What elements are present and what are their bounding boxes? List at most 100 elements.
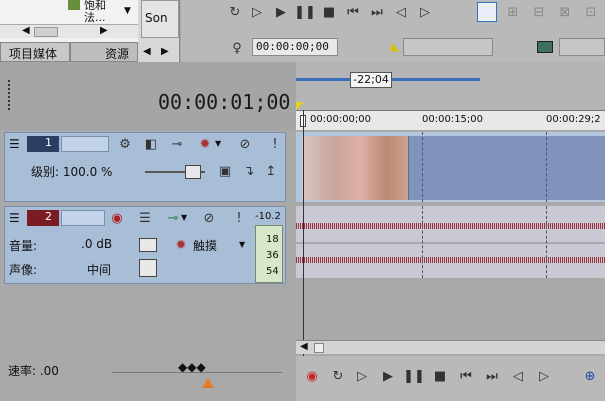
automation-gear-icon[interactable]: ✹ [197,136,213,152]
mute-icon[interactable]: ⊘ [201,210,217,226]
timeline-hscrollbar[interactable]: ◀ [296,340,605,354]
level-slider[interactable] [145,165,205,179]
scroll-right-icon[interactable]: ▶ [100,25,108,36]
region-flag-icon[interactable]: ◣ [391,40,399,53]
scroll-thumb[interactable] [314,343,324,353]
pause-icon[interactable]: ❚❚ [294,4,316,20]
play-icon[interactable]: ▶ [380,368,396,384]
tab-scroll-right-icon[interactable]: ▶ [161,46,169,57]
media-item-2[interactable]: 法... [84,9,106,25]
parent-down-icon[interactable]: ↴ [241,163,257,179]
audio-track-name-field[interactable] [61,210,105,226]
video-clip-thumbnail[interactable] [302,136,408,200]
track-collapse-icon[interactable]: ☰ [9,137,20,151]
parent-up-icon[interactable]: ↥ [263,163,279,179]
solo-icon[interactable]: ! [267,136,283,152]
stop-icon[interactable]: ■ [432,368,448,384]
fx-chain-icon[interactable]: ⊸ [165,210,181,226]
go-end-icon[interactable]: ⏭ [484,368,500,384]
length-marker: -22;04 [350,72,392,88]
ruler-strip[interactable]: 00:00:00;00 00:00:15;00 00:00:29;2 [296,110,605,130]
add-track-icon[interactable]: ⊕ [582,368,598,384]
level-slider-thumb[interactable] [185,165,201,179]
media-hscrollbar[interactable]: ◀ ▶ [0,24,138,38]
rate-label: 速率: .00 [8,364,59,378]
pause-icon[interactable]: ❚❚ [403,368,425,384]
marker-dashed-line [546,132,547,202]
marker-dashed-line [422,206,423,278]
tab-resources[interactable]: 资源 [70,42,138,62]
scroll-left-icon[interactable]: ◀ [300,341,308,352]
view-toggle-icon-1[interactable]: ⊞ [505,4,521,20]
mute-icon[interactable]: ⊘ [237,136,253,152]
solo-icon[interactable]: ! [231,210,247,226]
audio-waveform[interactable] [296,206,605,278]
scroll-left-icon[interactable]: ◀ [22,25,30,36]
audio-track-lane[interactable] [296,206,605,278]
dropdown-arrow-icon[interactable]: ▼ [124,6,131,16]
ruler-label-0: 00:00:00;00 [310,114,372,125]
track-collapse-icon[interactable]: ☰ [9,211,20,225]
composite-mode-icon[interactable]: ▣ [217,163,233,179]
scroll-thumb[interactable] [34,27,58,37]
timeline-header-left: 00:00:01;00 [0,62,296,130]
video-track-name-field[interactable] [61,136,109,152]
automation-gear-icon[interactable]: ✹ [173,237,189,253]
dropdown-arrow-icon[interactable]: ▼ [181,213,187,222]
render-icon[interactable] [537,41,553,53]
marker-yellow[interactable] [296,102,304,110]
go-start-icon[interactable]: ⏮ [345,4,361,20]
bottom-status-bar: 速率: .00 ◆◆◆ [0,354,296,401]
tab-scroll-left-icon[interactable]: ◀ [143,46,151,57]
timecode-field[interactable]: 00:00:00;00 [252,38,338,56]
dropdown-arrow-icon[interactable]: ▼ [215,139,221,148]
video-track-lane[interactable] [296,132,605,202]
duration-field[interactable] [559,38,605,56]
current-time-display[interactable]: 00:00:01;00 [158,90,290,114]
audio-track-header[interactable]: ☰ 2 ◉ ☰ ⊸ ▼ ⊘ ! -10.2 音量: .0 dB ✹ 触摸 ▼ 声… [4,206,286,284]
rate-slider-triangle[interactable] [202,378,214,388]
next-frame-icon[interactable]: ▷ [417,4,433,20]
loop-icon[interactable]: ↻ [227,4,243,20]
prev-frame-icon[interactable]: ◁ [510,368,526,384]
stop-icon[interactable]: ■ [321,4,337,20]
pan-slider-thumb[interactable] [139,259,157,277]
video-track-header[interactable]: ☰ 1 ⚙ ◧ ⊸ ✹ ▼ ⊘ ! 级别: 100.0 % ▣ ↴ ↥ [4,132,286,202]
dropdown-arrow-icon[interactable]: ▼ [239,240,245,249]
view-toggle-icon-2[interactable]: ⊟ [531,4,547,20]
fx-chain-icon[interactable]: ⊸ [169,136,185,152]
play-from-start-icon[interactable]: ▷ [249,4,265,20]
drag-grip[interactable] [8,80,12,110]
motion-icon[interactable]: ⚙ [117,136,133,152]
prev-frame-icon[interactable]: ◁ [393,4,409,20]
timeline-ruler[interactable]: -22;04 00:00:00;00 00:00:15;00 00:00:29;… [296,62,605,130]
pan-value: 中间 [87,263,112,277]
play-from-start-icon[interactable]: ▷ [354,368,370,384]
video-clip-body[interactable] [408,136,605,200]
record-arm-icon[interactable]: ◉ [109,210,125,226]
son-button[interactable]: Son [141,0,179,38]
rate-slider-thumb[interactable]: ◆◆◆ [178,360,206,374]
invert-phase-icon[interactable]: ☰ [137,210,153,226]
meter-label: 54 [266,266,279,277]
record-icon[interactable]: ◉ [304,368,320,384]
pan-label: 声像: [9,263,38,277]
next-frame-icon[interactable]: ▷ [536,368,552,384]
playhead-line[interactable] [303,110,304,360]
compositing-icon[interactable]: ◧ [143,136,159,152]
region-field[interactable] [403,38,493,56]
audio-track-number-badge: 2 [27,210,59,226]
tab-project-media[interactable]: 项目媒体 [0,42,70,62]
volume-slider-thumb[interactable] [139,238,157,252]
touch-mode-label[interactable]: 触摸 [193,237,217,254]
preview-mode-button[interactable] [477,2,497,22]
go-start-icon[interactable]: ⏮ [458,368,474,384]
marker-pin-icon[interactable]: ♀ [229,40,245,56]
media-panel: 饱和 法... ▼ ◀ ▶ Son 项目媒体 资源 ◀ ▶ [0,0,180,62]
play-icon[interactable]: ▶ [273,4,289,20]
view-toggle-icon-4[interactable]: ⊡ [583,4,599,20]
go-end-icon[interactable]: ⏭ [369,4,385,20]
marker-dashed-line [422,132,423,202]
view-toggle-icon-3[interactable]: ⊠ [557,4,573,20]
loop-icon[interactable]: ↻ [330,368,346,384]
